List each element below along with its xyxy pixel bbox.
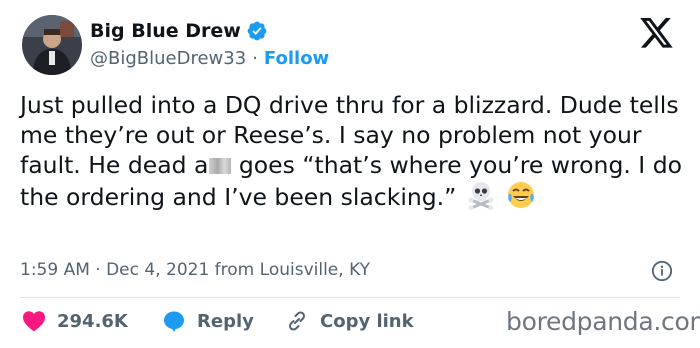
x-logo-icon[interactable] (640, 18, 674, 49)
heart-icon (23, 311, 45, 332)
link-icon (288, 311, 306, 331)
display-name[interactable]: Big Blue Drew (90, 20, 241, 42)
tears-of-joy-emoji-icon (508, 182, 535, 208)
verified-badge-icon (247, 21, 267, 41)
reply-icon (164, 311, 184, 332)
tweet-actions: 294.6K Reply Copy link (22, 309, 414, 333)
like-button[interactable]: 294.6K (22, 310, 162, 332)
author-name-row: Big Blue Drew (90, 20, 268, 42)
follow-button[interactable]: Follow (264, 48, 329, 69)
handle-row: @BigBlueDrew33 · Follow (90, 48, 329, 69)
tweet-text: Just pulled into a DQ drive thru for a b… (20, 90, 690, 212)
separator: · (252, 48, 258, 69)
reply-label: Reply (197, 310, 254, 332)
handle[interactable]: @BigBlueDrew33 (90, 48, 246, 69)
info-icon[interactable] (651, 260, 673, 282)
avatar[interactable] (22, 15, 82, 75)
watermark: boredpanda.com (506, 307, 700, 336)
censor-blur (209, 158, 232, 174)
skull-crossbones-emoji-icon (468, 182, 494, 210)
divider (20, 297, 680, 298)
reply-button[interactable]: Reply (162, 309, 285, 333)
like-count: 294.6K (57, 310, 128, 332)
tweet-timestamp[interactable]: 1:59 AM · Dec 4, 2021 from Louisville, K… (20, 260, 370, 280)
copy-link-button[interactable]: Copy link (285, 309, 414, 333)
copy-link-label: Copy link (320, 310, 414, 332)
avatar-image (22, 15, 82, 75)
